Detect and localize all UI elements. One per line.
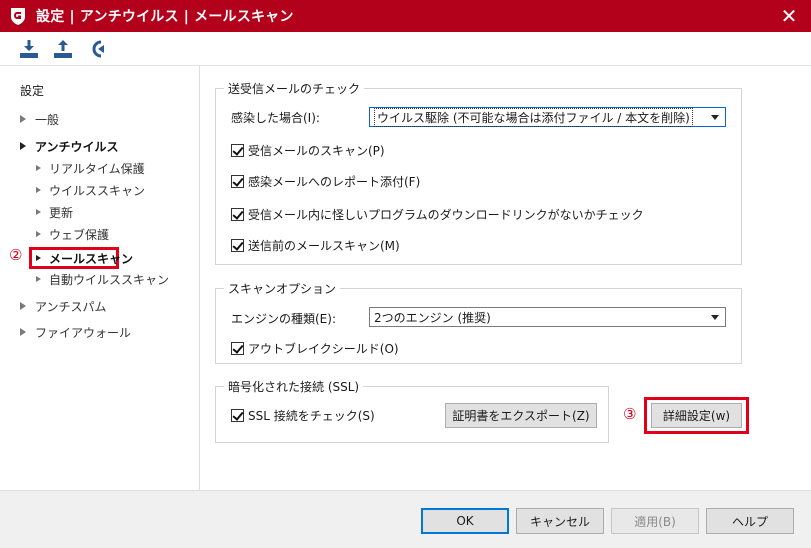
sidebar-item-update[interactable]: 更新 — [36, 203, 73, 221]
checkbox-checked-icon — [231, 144, 244, 157]
scan-options-group: スキャンオプション エンジンの種類(E): 2つのエンジン (推奨) アウトブレ… — [215, 280, 742, 364]
expand-triangle-icon — [36, 209, 41, 215]
sidebar-item-auto-virus-scan[interactable]: 自動ウイルススキャン — [36, 270, 169, 288]
toolbar — [0, 32, 811, 66]
close-icon[interactable]: ✕ — [777, 4, 801, 28]
mail-scan-settings-panel: 送受信メールのチェック 感染した場合(I): ウイルス駆除 (不可能な場合は添付… — [201, 66, 811, 490]
checkbox-checked-icon — [231, 239, 244, 252]
sidebar-item-mail-scan[interactable]: メールスキャン — [36, 249, 133, 267]
checkbox-checked-icon — [231, 409, 244, 422]
chevron-down-icon — [711, 315, 719, 320]
sidebar-item-virus-scan[interactable]: ウイルススキャン — [36, 181, 145, 199]
expand-triangle-icon — [20, 302, 26, 310]
reset-icon[interactable] — [86, 38, 108, 60]
expand-triangle-icon — [36, 231, 41, 237]
import-icon[interactable] — [18, 38, 40, 60]
engine-type-label: エンジンの種類(E): — [231, 312, 336, 326]
scan-outgoing-mail-checkbox[interactable]: 送信前のメールスキャン(M) — [231, 237, 400, 254]
title-bar: 設定 | アンチウイルス | メールスキャン ✕ — [0, 0, 811, 32]
ssl-group: 暗号化された接続 (SSL) SSL 接続をチェック(S) 証明書をエクスポート… — [215, 378, 609, 443]
group-label: スキャンオプション — [224, 280, 341, 297]
scan-incoming-mail-checkbox[interactable]: 受信メールのスキャン(P) — [231, 142, 385, 159]
annotation-marker-2: ② — [9, 246, 23, 264]
sidebar-item-realtime-protection[interactable]: リアルタイム保護 — [36, 159, 145, 177]
cancel-button[interactable]: キャンセル — [516, 508, 604, 534]
export-certificate-button[interactable]: 証明書をエクスポート(Z) — [445, 403, 597, 428]
advanced-settings-button[interactable]: 詳細設定(w) — [651, 403, 742, 428]
infected-action-select[interactable]: ウイルス駆除 (不可能な場合は添付ファイル / 本文を削除) — [369, 107, 726, 127]
infected-action-label: 感染した場合(I): — [231, 111, 320, 125]
engine-type-select[interactable]: 2つのエンジン (推奨) — [369, 307, 726, 327]
expand-triangle-icon — [20, 142, 26, 150]
ssl-check-checkbox[interactable]: SSL 接続をチェック(S) — [231, 407, 375, 424]
mail-check-group: 送受信メールのチェック 感染した場合(I): ウイルス駆除 (不可能な場合は添付… — [215, 80, 742, 265]
expand-triangle-icon — [36, 255, 41, 261]
expand-triangle-icon — [36, 165, 41, 171]
gdata-logo-icon — [11, 8, 25, 25]
checkbox-checked-icon — [231, 208, 244, 221]
checkbox-checked-icon — [231, 342, 244, 355]
annotation-marker-3: ③ — [623, 405, 637, 423]
help-button[interactable]: ヘルプ — [706, 508, 794, 534]
outbreak-shield-checkbox[interactable]: アウトブレイクシールド(O) — [231, 340, 399, 357]
expand-triangle-icon — [36, 187, 41, 193]
apply-button[interactable]: 適用(B) — [611, 508, 699, 534]
sidebar-item-web-protection[interactable]: ウェブ保護 — [36, 225, 109, 243]
settings-sidebar: 設定 一般 アンチウイルス リアルタイム保護 ウイルススキャン 更新 ウェブ保護… — [0, 66, 200, 490]
sidebar-heading: 設定 — [20, 84, 45, 98]
group-label: 送受信メールのチェック — [224, 80, 365, 97]
sidebar-item-antivirus[interactable]: アンチウイルス — [20, 137, 119, 155]
expand-triangle-icon — [20, 328, 26, 336]
dialog-footer: OK キャンセル 適用(B) ヘルプ — [0, 490, 811, 548]
chevron-down-icon — [711, 115, 719, 120]
ok-button[interactable]: OK — [421, 508, 509, 534]
group-label: 暗号化された接続 (SSL) — [224, 378, 364, 395]
expand-triangle-icon — [36, 276, 41, 282]
sidebar-item-general[interactable]: 一般 — [20, 110, 59, 128]
sidebar-item-antispam[interactable]: アンチスパム — [20, 297, 107, 315]
check-download-links-checkbox[interactable]: 受信メール内に怪しいプログラムのダウンロードリンクがないかチェック — [231, 206, 644, 223]
checkbox-checked-icon — [231, 175, 244, 188]
expand-triangle-icon — [20, 115, 26, 123]
sidebar-item-firewall[interactable]: ファイアウォール — [20, 323, 131, 341]
window-title: 設定 | アンチウイルス | メールスキャン — [36, 9, 294, 25]
attach-report-checkbox[interactable]: 感染メールへのレポート添付(F) — [231, 173, 420, 190]
export-icon[interactable] — [52, 38, 74, 60]
